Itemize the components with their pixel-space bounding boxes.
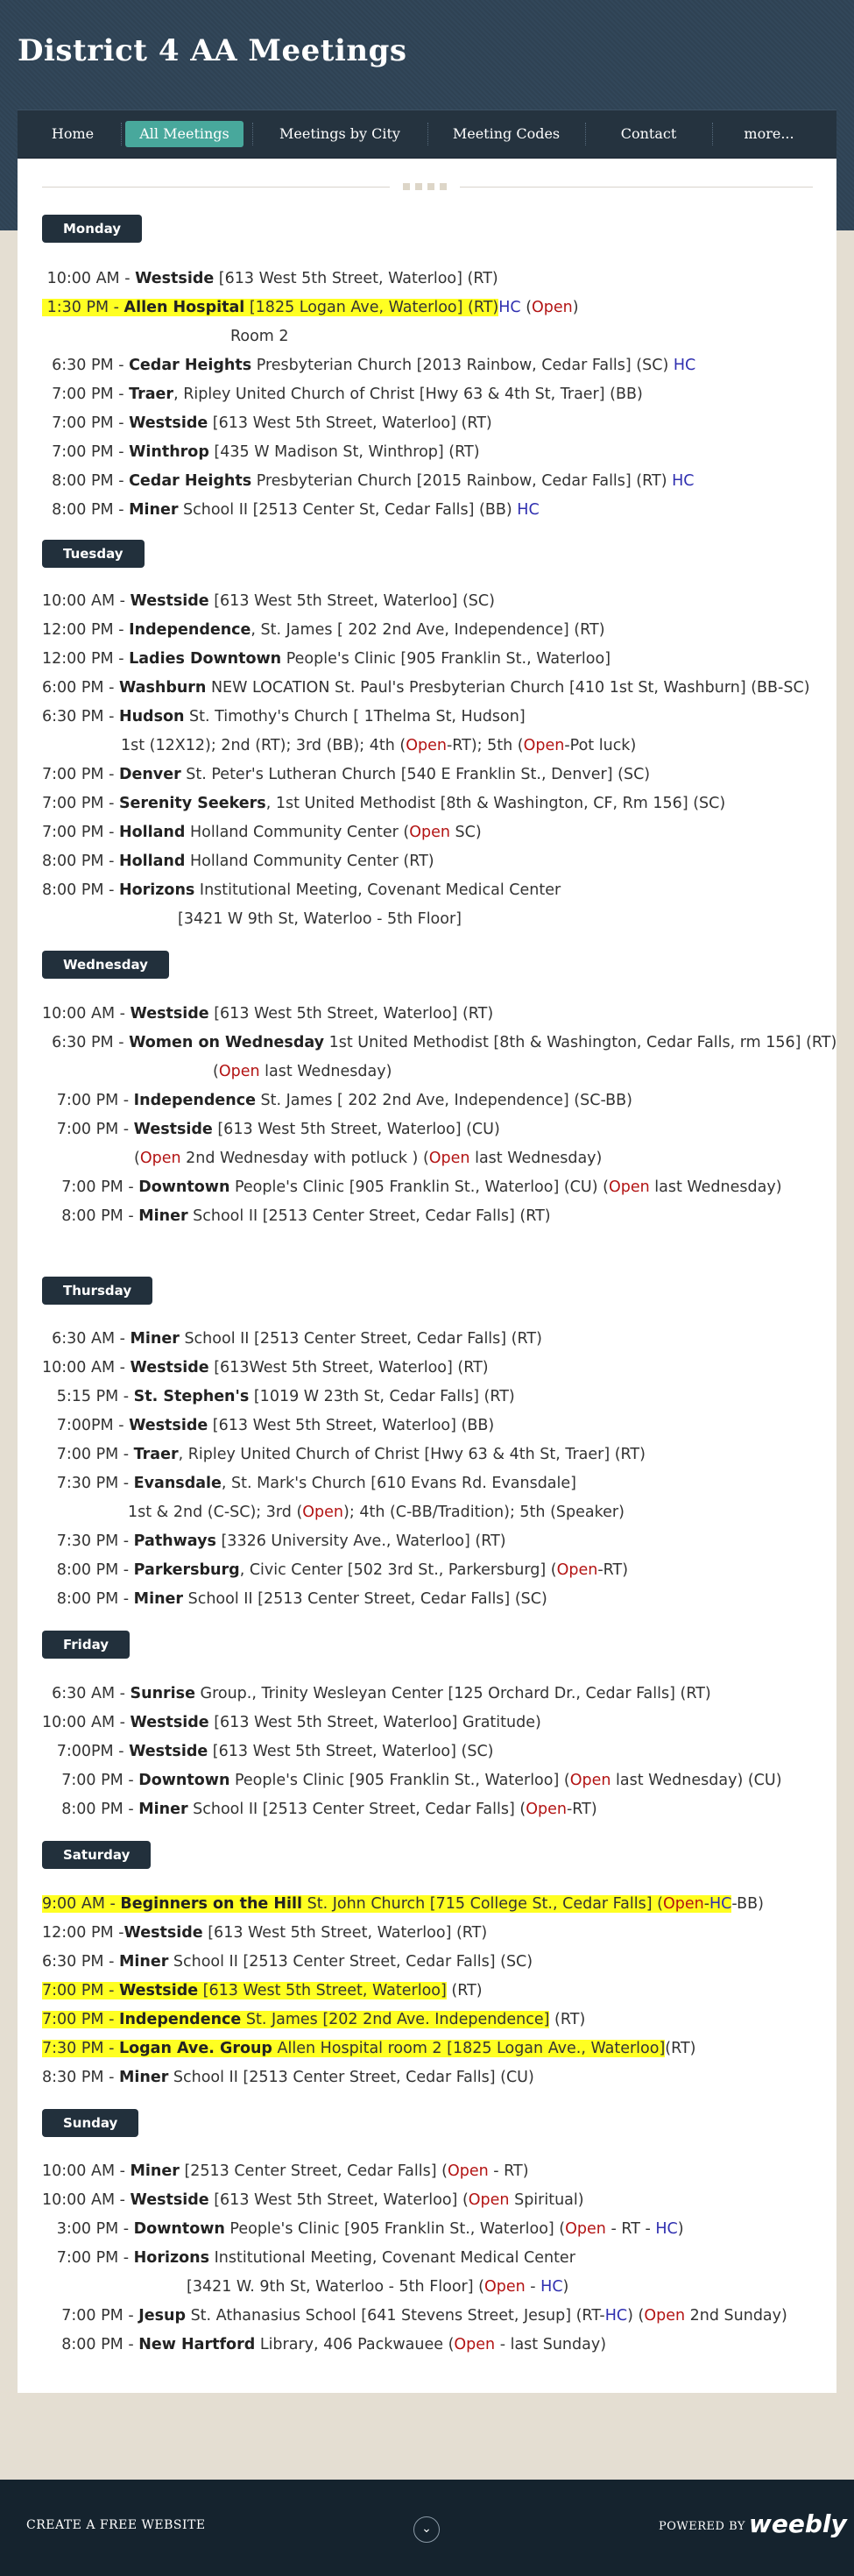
- meeting-row: 7:00PM - Westside [613 West 5th Street, …: [56, 1743, 494, 1760]
- meeting-row: 3:00 PM - Downtown People's Clinic [905 …: [56, 2220, 684, 2238]
- day-header-tuesday: Tuesday: [42, 540, 145, 568]
- meeting-row: 8:00 PM - Horizons Institutional Meeting…: [42, 881, 561, 899]
- meeting-row: 1:30 PM - Allen Hospital [1825 Logan Ave…: [42, 294, 813, 321]
- meeting-row: 8:00 PM - Parkersburg, Civic Center [502…: [56, 1561, 629, 1579]
- meeting-row: 10:00 AM - Westside [613 West 5th Street…: [46, 270, 498, 287]
- create-website-link[interactable]: CREATE A FREE WEBSITE: [26, 2518, 206, 2532]
- main-nav: Home All Meetings Meetings by City Meeti…: [18, 110, 836, 159]
- nav-meetings-by-city[interactable]: Meetings by City: [261, 121, 419, 147]
- meeting-row-detail: [3421 W. 9th St, Waterloo - 5th Floor] (…: [187, 2278, 569, 2296]
- nav-separator: [712, 123, 713, 145]
- meeting-row-detail: (Open last Wednesday): [213, 1063, 392, 1080]
- nav-home[interactable]: Home: [33, 121, 112, 147]
- nav-separator: [121, 123, 122, 145]
- meeting-row: 5:15 PM - St. Stephen's [1019 W 23th St,…: [56, 1388, 515, 1405]
- meeting-row: 7:00 PM - Horizons Institutional Meeting…: [56, 2249, 575, 2267]
- site-title[interactable]: District 4 AA Meetings: [18, 33, 407, 68]
- meeting-row-detail: 1st (12X12); 2nd (RT); 3rd (BB); 4th (Op…: [121, 737, 637, 754]
- meeting-row: 7:00 PM - Traer, Ripley United Church of…: [52, 386, 643, 403]
- main-content: Monday 10:00 AM - Westside [613 West 5th…: [18, 159, 836, 2393]
- day-header-sunday: Sunday: [42, 2109, 139, 2137]
- meeting-row: 7:30 PM - Logan Ave. Group Allen Hospita…: [42, 2040, 696, 2057]
- nav-all-meetings[interactable]: All Meetings: [125, 121, 243, 147]
- site-footer: CREATE A FREE WEBSITE ⌄ POWERED BY weebl…: [0, 2480, 854, 2576]
- meeting-row: 9:00 AM - Beginners on the Hill St. John…: [42, 1895, 764, 1913]
- chevron-down-icon[interactable]: ⌄: [413, 2516, 440, 2543]
- meeting-row: 7:00 PM - Westside [613 West 5th Street,…: [42, 1982, 483, 1999]
- meeting-row: 7:00 PM - Holland Holland Community Cent…: [42, 824, 482, 841]
- meeting-row: 7:00 PM - Downtown People's Clinic [905 …: [61, 1178, 782, 1196]
- meeting-row: 7:00 PM - Westside [613 West 5th Street,…: [52, 414, 492, 432]
- meeting-row: 12:00 PM - Ladies Downtown People's Clin…: [42, 650, 611, 668]
- meeting-row-detail: [3421 W 9th St, Waterloo - 5th Floor]: [178, 910, 462, 928]
- weebly-logo[interactable]: weebly: [749, 2509, 847, 2538]
- nav-separator: [427, 123, 428, 145]
- meeting-row: 6:30 PM - Miner School II [2513 Center S…: [42, 1953, 533, 1971]
- day-header-friday: Friday: [42, 1631, 131, 1659]
- meeting-row: 8:00 PM - Miner School II [2513 Center S…: [52, 501, 540, 519]
- meeting-row: 8:00 PM - Miner School II [2513 Center S…: [61, 1801, 597, 1818]
- meeting-row: 7:00 PM - Downtown People's Clinic [905 …: [61, 1772, 782, 1789]
- meeting-row: 8:00 PM - Miner School II [2513 Center S…: [56, 1590, 547, 1608]
- nav-separator: [252, 123, 253, 145]
- meeting-row: 7:00 PM - Winthrop [435 W Madison St, Wi…: [52, 443, 480, 461]
- meeting-row: 12:00 PM - Independence, St. James [ 202…: [42, 621, 605, 639]
- nav-more[interactable]: more...: [721, 121, 817, 147]
- meeting-row: 8:00 PM - New Hartford Library, 406 Pack…: [61, 2336, 607, 2353]
- meeting-row: 8:30 PM - Miner School II [2513 Center S…: [42, 2069, 534, 2086]
- meeting-row-detail: 1st & 2nd (C-SC); 3rd (Open); 4th (C-BB/…: [128, 1504, 625, 1521]
- meeting-row: 7:00 PM - Serenity Seekers, 1st United M…: [42, 795, 726, 812]
- meeting-row: 10:00 AM - Westside [613 West 5th Street…: [42, 1714, 541, 1731]
- powered-by-label: POWERED BY: [659, 2520, 745, 2533]
- meeting-row: 6:30 PM - Women on Wednesday 1st United …: [52, 1034, 837, 1051]
- meeting-row: 7:00 PM - Westside [613 West 5th Street,…: [56, 1121, 500, 1138]
- meeting-row: 8:00 PM - Miner School II [2513 Center S…: [61, 1207, 551, 1225]
- day-header-saturday: Saturday: [42, 1841, 152, 1869]
- day-header-wednesday: Wednesday: [42, 951, 169, 979]
- divider-ornament: [390, 181, 460, 192]
- meeting-row: 10:00 AM - Miner [2513 Center Street, Ce…: [42, 2162, 529, 2180]
- meeting-row: 6:30 PM - Cedar Heights Presbyterian Chu…: [52, 357, 696, 374]
- nav-meeting-codes[interactable]: Meeting Codes: [436, 121, 576, 147]
- meeting-row: 10:00 AM - Westside [613 West 5th Street…: [42, 592, 495, 610]
- meeting-row: 7:00 PM - Jesup St. Athanasius School [6…: [61, 2307, 787, 2325]
- nav-contact[interactable]: Contact: [594, 121, 703, 147]
- nav-separator: [585, 123, 586, 145]
- meeting-row: 10:00 AM - Westside [613 West 5th Street…: [42, 1005, 494, 1023]
- meeting-row-detail: Room 2: [230, 328, 289, 345]
- meeting-row: 6:30 AM - Miner School II [2513 Center S…: [52, 1330, 542, 1348]
- meeting-row: 6:00 PM - Washburn NEW LOCATION St. Paul…: [42, 679, 810, 697]
- meeting-row: 10:00 AM - Westside [613West 5th Street,…: [42, 1359, 489, 1376]
- meeting-row: 7:00 PM - Independence St. James [ 202 2…: [56, 1092, 632, 1109]
- day-header-thursday: Thursday: [42, 1277, 153, 1305]
- meeting-row: 6:30 PM - Hudson St. Timothy's Church [ …: [42, 708, 526, 725]
- meeting-row: 12:00 PM -Westside [613 West 5th Street,…: [42, 1924, 488, 1942]
- meeting-row: 7:00 PM - Denver St. Peter's Lutheran Ch…: [42, 766, 651, 783]
- meeting-row: 7:00 PM - Traer, Ripley United Church of…: [56, 1446, 646, 1463]
- meeting-row: 7:00 PM - Independence St. James [202 2n…: [42, 2011, 586, 2028]
- meeting-row: 10:00 AM - Westside [613 West 5th Street…: [42, 2191, 584, 2209]
- meeting-row: 7:30 PM - Evansdale, St. Mark's Church […: [56, 1475, 576, 1492]
- meeting-row: 7:00PM - Westside [613 West 5th Street, …: [56, 1417, 495, 1434]
- day-header-monday: Monday: [42, 215, 143, 243]
- meeting-row: 8:00 PM - Holland Holland Community Cent…: [42, 853, 434, 870]
- meeting-row: 8:00 PM - Cedar Heights Presbyterian Chu…: [52, 472, 695, 490]
- meeting-row: 7:30 PM - Pathways [3326 University Ave.…: [56, 1532, 506, 1550]
- meeting-row-detail: (Open 2nd Wednesday with potluck ) (Open…: [134, 1150, 603, 1167]
- meeting-row: 6:30 AM - Sunrise Group., Trinity Wesley…: [52, 1685, 711, 1702]
